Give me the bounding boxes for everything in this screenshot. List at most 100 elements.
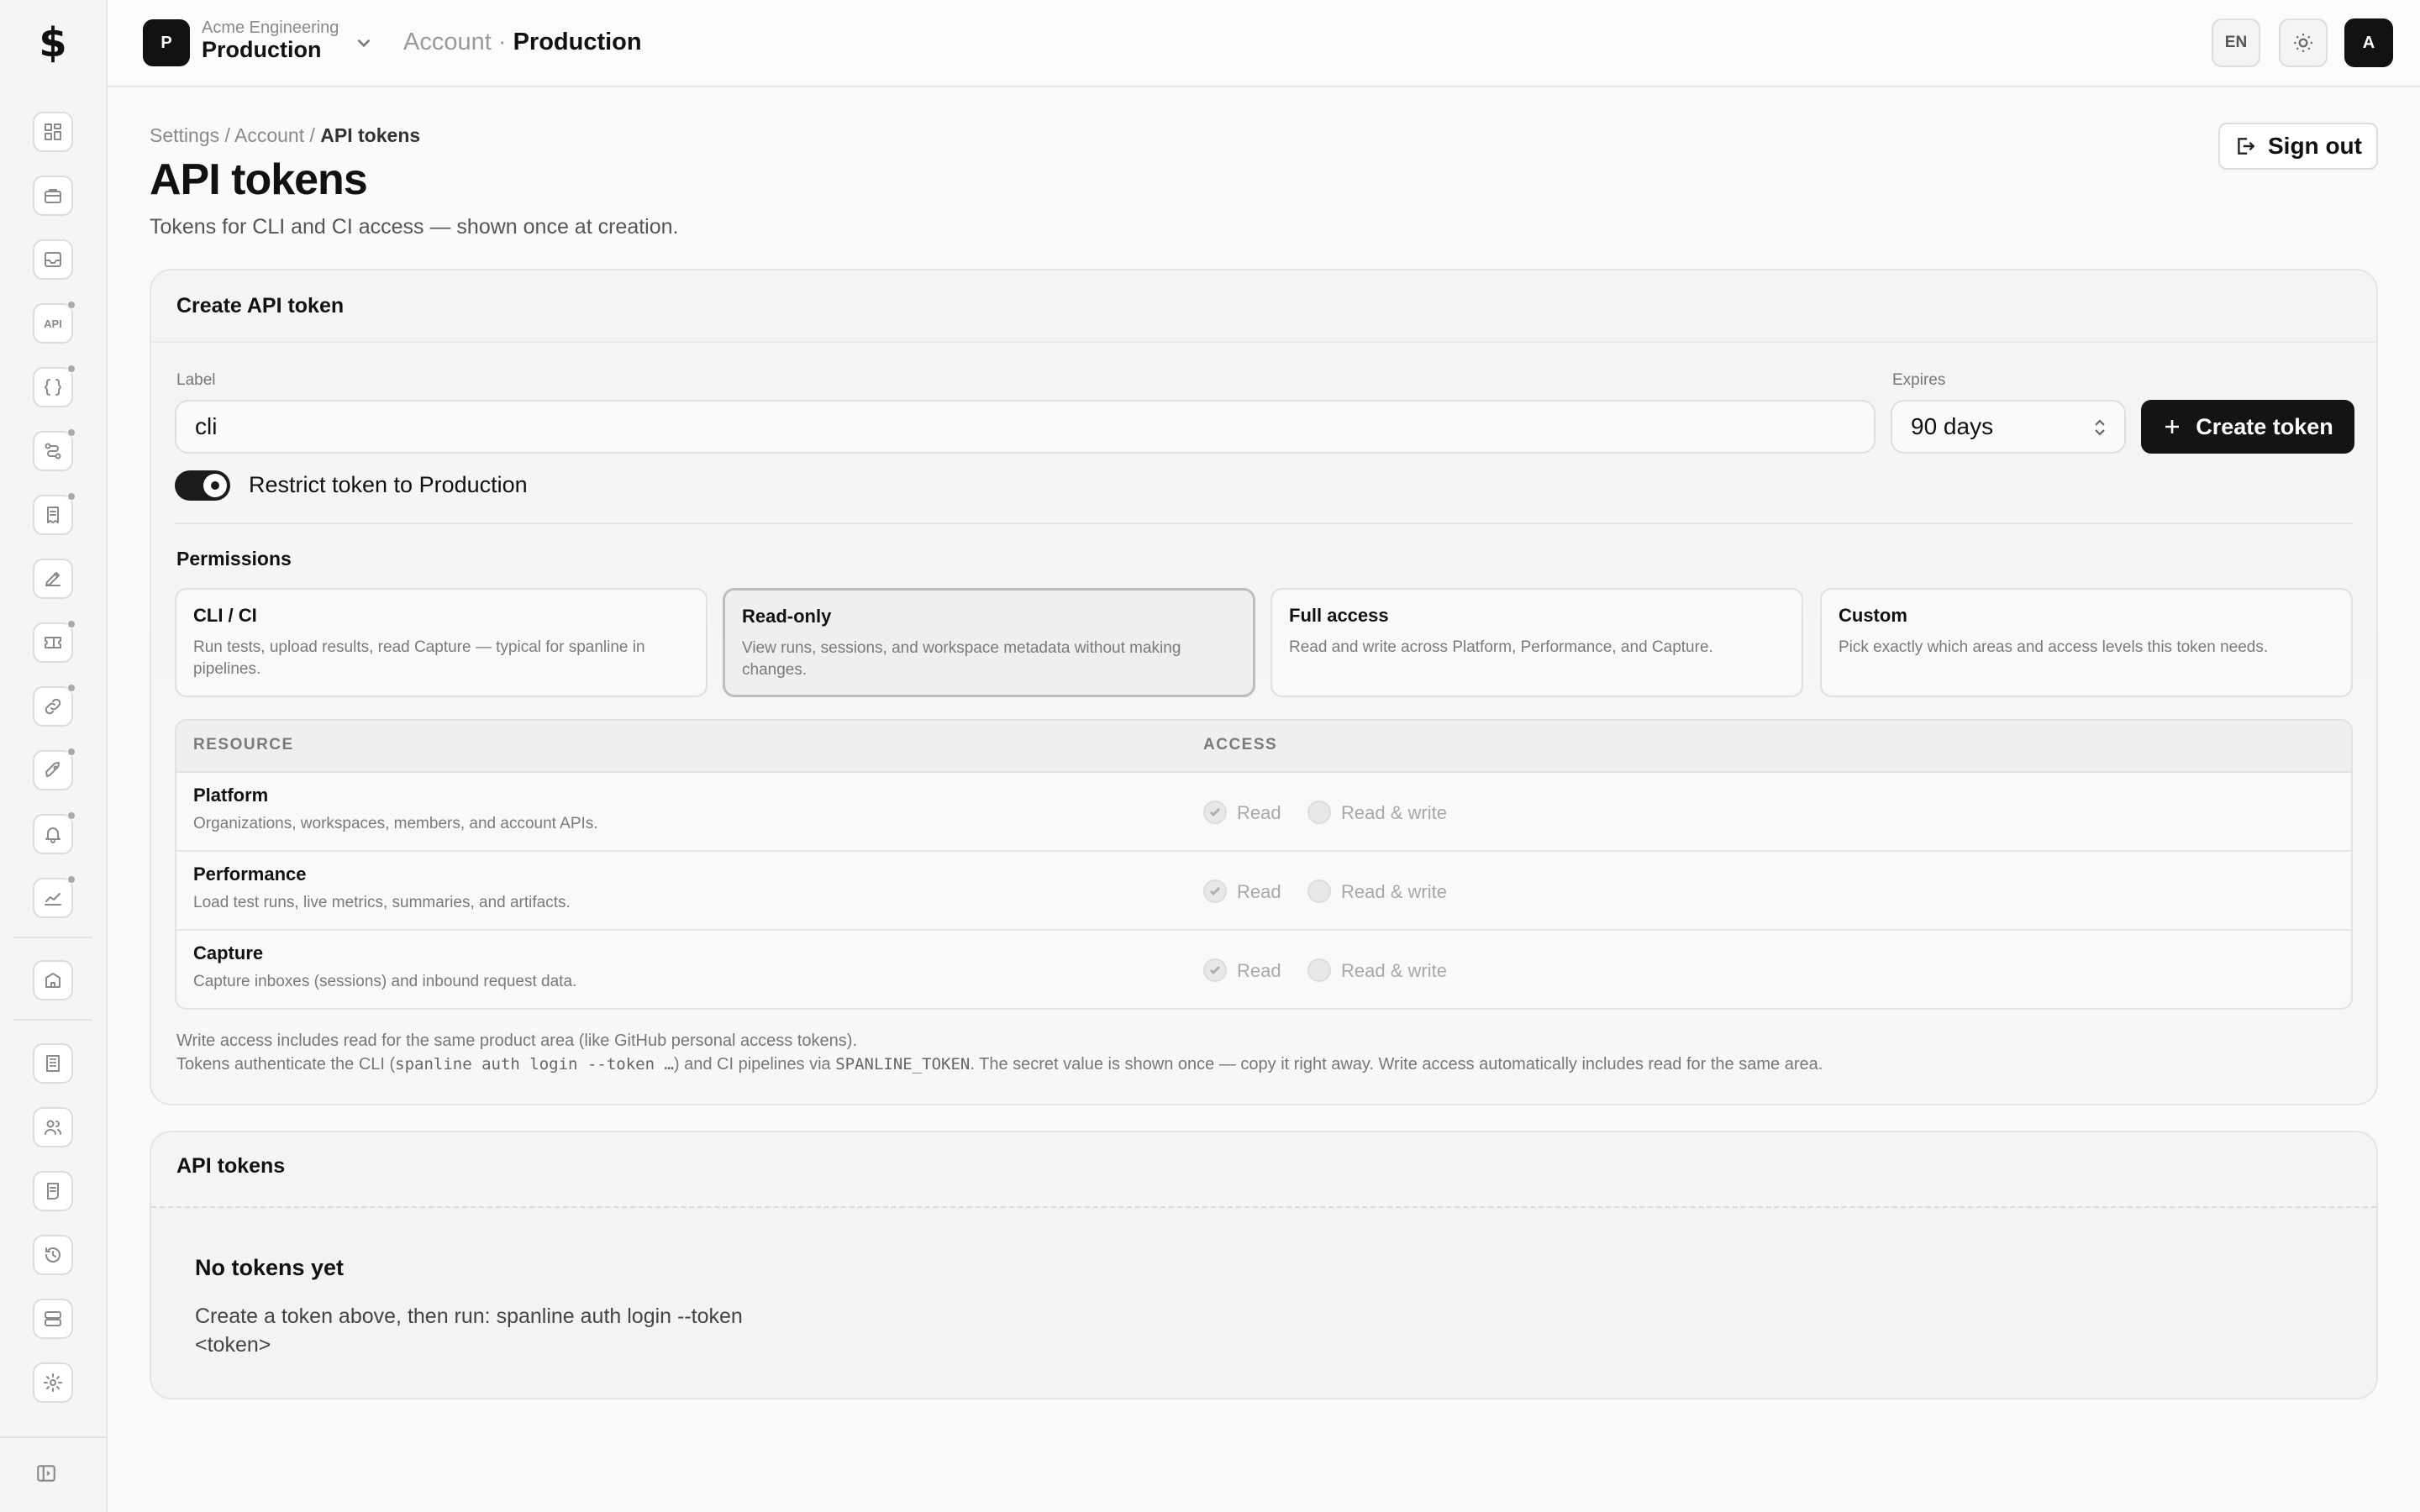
rocket-icon[interactable] [33, 747, 76, 790]
preset-full-access[interactable]: Full access Read and write across Platfo… [1270, 588, 1803, 697]
breadcrumb-current: API tokens [320, 124, 421, 146]
indicator-dot [66, 811, 76, 821]
create-token-label: Create token [2196, 413, 2333, 439]
braces-icon[interactable] [33, 364, 76, 407]
preset-read-only[interactable]: Read-only View runs, sessions, and works… [723, 588, 1255, 697]
table-row: Capture Capture inboxes (sessions) and i… [176, 931, 2351, 1008]
sidebar-divider [0, 1436, 106, 1438]
read-label[interactable]: Read [1237, 881, 1281, 903]
preset-cli-ci[interactable]: CLI / CI Run tests, upload results, read… [175, 588, 708, 697]
toggle-knob [203, 474, 227, 497]
link-icon[interactable] [33, 683, 76, 727]
workflow-icon[interactable] [33, 428, 76, 471]
language-button[interactable]: EN [2212, 18, 2260, 67]
resource-name: Platform [193, 785, 269, 806]
indicator-dot [66, 491, 76, 501]
chart-icon[interactable] [33, 874, 76, 918]
read-write-label[interactable]: Read & write [1341, 802, 1447, 824]
create-token-button[interactable]: Create token [2141, 400, 2354, 454]
empty-state: No tokens yet Create a token above, then… [151, 1206, 2376, 1398]
api-icon[interactable]: API [33, 300, 76, 344]
check-icon [1209, 886, 1221, 896]
top-breadcrumb-current: Production [513, 29, 642, 55]
sidebar-divider [13, 1019, 92, 1021]
plus-icon [2165, 420, 2180, 433]
environment-name[interactable]: Production [202, 37, 322, 63]
read-write-label[interactable]: Read & write [1341, 881, 1447, 903]
footnote-tokens: Tokens authenticate the CLI (spanline au… [176, 1055, 1823, 1074]
user-avatar[interactable]: A [2344, 18, 2393, 67]
receipt-icon[interactable] [33, 1171, 73, 1211]
read-label[interactable]: Read [1237, 802, 1281, 824]
breadcrumb: Settings / Account / API tokens [150, 124, 420, 147]
preset-title: CLI / CI [193, 605, 257, 626]
restrict-toggle-label[interactable]: Restrict token to Production [249, 472, 528, 498]
chevron-down-icon[interactable] [353, 32, 375, 54]
dashboard-icon[interactable] [33, 112, 73, 152]
report-icon[interactable] [33, 491, 76, 535]
bell-icon[interactable] [33, 811, 76, 854]
permission-presets: CLI / CI Run tests, upload results, read… [175, 588, 2353, 697]
empty-state-description: Create a token above, then run: spanline… [195, 1305, 743, 1357]
org-name[interactable]: Acme Engineering [202, 18, 339, 38]
restrict-toggle[interactable] [175, 470, 230, 501]
org-avatar[interactable]: P [143, 19, 190, 66]
tokens-card-title: API tokens [176, 1154, 286, 1178]
read-radio[interactable] [1203, 958, 1227, 982]
sign-out-button[interactable]: Sign out [2218, 123, 2378, 170]
preset-title: Full access [1289, 605, 1389, 626]
sidebar: $ API [0, 0, 108, 1512]
card-divider [151, 341, 2376, 343]
indicator-dot [66, 683, 76, 693]
read-write-radio[interactable] [1307, 958, 1331, 982]
footnote-text: ) and CI pipelines via [673, 1055, 836, 1074]
indicator-dot [66, 619, 76, 629]
tokens-card: API tokens No tokens yet Create a token … [150, 1131, 2378, 1399]
read-radio[interactable] [1203, 801, 1227, 824]
footnote-text: Tokens authenticate the CLI ( [176, 1055, 396, 1074]
ticket-icon[interactable] [33, 619, 76, 663]
building-icon[interactable] [33, 960, 73, 1000]
preset-description: Run tests, upload results, read Capture … [193, 638, 645, 678]
breadcrumb-path[interactable]: Settings / Account / [150, 124, 320, 146]
top-breadcrumb-prefix[interactable]: Account · [403, 29, 507, 55]
read-write-radio[interactable] [1307, 879, 1331, 903]
organization-icon[interactable] [33, 1043, 73, 1084]
table-row: Performance Load test runs, live metrics… [176, 852, 2351, 931]
permissions-heading: Permissions [176, 548, 292, 570]
gear-icon[interactable] [33, 1362, 73, 1403]
preset-description: View runs, sessions, and workspace metad… [742, 639, 1181, 679]
theme-toggle-button[interactable] [2279, 18, 2328, 67]
app-logo[interactable]: $ [0, 0, 106, 86]
label-input-value: cli [195, 413, 218, 439]
preset-custom[interactable]: Custom Pick exactly which areas and acce… [1820, 588, 2353, 697]
create-token-card: Create API token Label cli Expires 90 da… [150, 269, 2378, 1105]
expires-select[interactable]: 90 days [1891, 400, 2126, 454]
read-write-radio[interactable] [1307, 801, 1331, 824]
label-field-caption: Label [176, 371, 216, 389]
expires-field-caption: Expires [1892, 371, 1946, 389]
storage-icon[interactable] [33, 1299, 73, 1339]
table-header: RESOURCE ACCESS [176, 721, 2351, 773]
briefcase-icon[interactable] [33, 176, 73, 216]
read-label[interactable]: Read [1237, 960, 1281, 982]
footnote-write-access: Write access includes read for the same … [176, 1032, 857, 1050]
inbox-icon[interactable] [33, 239, 73, 280]
preset-description: Pick exactly which areas and access leve… [1839, 638, 2269, 656]
label-input[interactable]: cli [175, 400, 1876, 454]
indicator-dot [66, 300, 76, 310]
topbar: P Acme Engineering Production Account · … [108, 0, 2420, 87]
read-write-label[interactable]: Read & write [1341, 960, 1447, 982]
create-token-card-title: Create API token [176, 294, 345, 318]
preset-title: Read-only [742, 606, 832, 627]
empty-state-title: No tokens yet [195, 1255, 345, 1280]
pen-icon[interactable] [33, 559, 73, 599]
history-icon[interactable] [33, 1235, 73, 1275]
footnote-code-cli: spanline auth login --token … [395, 1055, 674, 1074]
users-icon[interactable] [33, 1107, 73, 1147]
read-radio[interactable] [1203, 879, 1227, 903]
permissions-table: RESOURCE ACCESS Platform Organizations, … [175, 719, 2353, 1010]
sidebar-collapse-icon[interactable] [33, 1460, 60, 1487]
sidebar-divider [13, 937, 92, 938]
section-divider [175, 522, 2353, 524]
